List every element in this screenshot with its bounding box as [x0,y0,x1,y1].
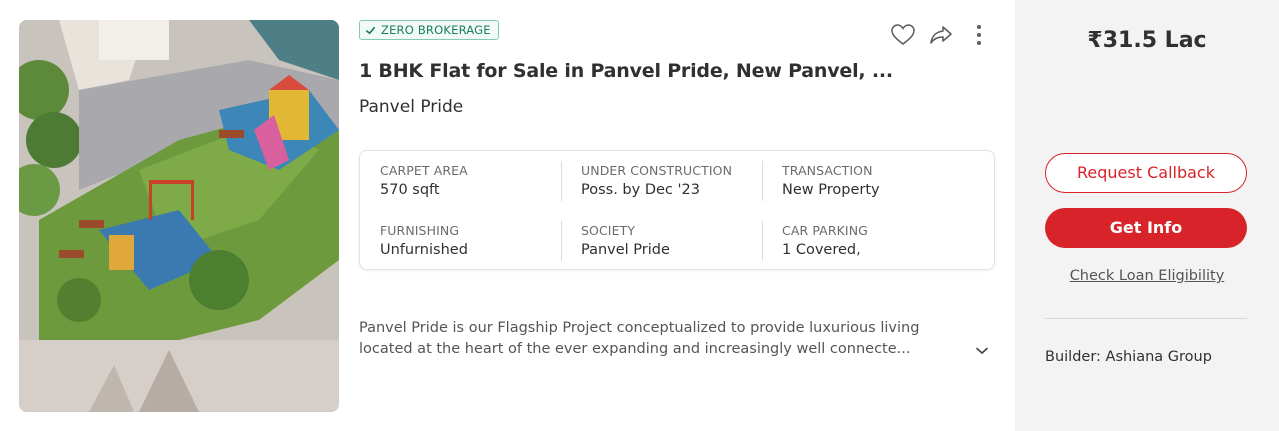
summary-label: CAR PARKING [782,223,868,238]
project-name[interactable]: Panvel Pride [359,97,463,117]
property-summary: CARPET AREA 570 sqft UNDER CONSTRUCTION … [359,150,995,270]
shortlist-button[interactable] [888,20,918,50]
summary-value: 570 sqft [380,182,440,198]
summary-value: Unfurnished [380,242,468,258]
expand-description-button[interactable] [972,342,992,360]
divider [1045,318,1247,319]
card-actions [888,20,1002,50]
badge-label: ZERO BROKERAGE [381,23,491,37]
summary-carpet-area: CARPET AREA 570 sqft [380,163,570,198]
property-card: ZERO BROKERAGE 1 BHK Flat for Sale in Pa… [0,0,1279,431]
price: ₹31.5 Lac [1087,28,1207,53]
check-loan-eligibility-link[interactable]: Check Loan Eligibility [1015,268,1279,284]
summary-label: TRANSACTION [782,163,873,178]
divider [762,221,763,261]
summary-transaction: TRANSACTION New Property [782,163,972,198]
summary-label: UNDER CONSTRUCTION [581,163,733,178]
summary-society: SOCIETY Panvel Pride [581,223,771,258]
listing-title[interactable]: 1 BHK Flat for Sale in Panvel Pride, New… [359,60,919,82]
zero-brokerage-badge: ZERO BROKERAGE [359,20,499,40]
check-icon [366,26,375,34]
builder-info[interactable]: Builder: Ashiana Group [1045,349,1212,365]
divider [561,221,562,261]
summary-label: SOCIETY [581,223,636,238]
property-photo-illustration [19,20,339,412]
chevron-down-icon [976,347,988,355]
summary-furnishing: FURNISHING Unfurnished [380,223,570,258]
summary-label: CARPET AREA [380,163,468,178]
price-panel: ₹31.5 Lac Request Callback Get Info Chec… [1015,0,1279,431]
summary-possession: UNDER CONSTRUCTION Poss. by Dec '23 [581,163,771,198]
more-vertical-icon [977,25,981,45]
summary-value: Poss. by Dec '23 [581,182,700,198]
summary-value: Panvel Pride [581,242,670,258]
share-button[interactable] [926,20,956,50]
summary-value: New Property [782,182,880,198]
summary-value: 1 Covered, [782,242,861,258]
heart-icon [891,24,915,45]
share-icon [930,26,952,44]
divider [561,161,562,201]
description-line-1: Panvel Pride is our Flagship Project con… [359,320,920,336]
get-info-button[interactable]: Get Info [1045,208,1247,248]
summary-car-parking: CAR PARKING 1 Covered, [782,223,972,258]
property-photo[interactable] [19,20,339,412]
description-line-2: located at the heart of the ever expandi… [359,341,911,357]
more-options-button[interactable] [964,20,994,50]
request-callback-button[interactable]: Request Callback [1045,153,1247,193]
divider [762,161,763,201]
summary-label: FURNISHING [380,223,460,238]
